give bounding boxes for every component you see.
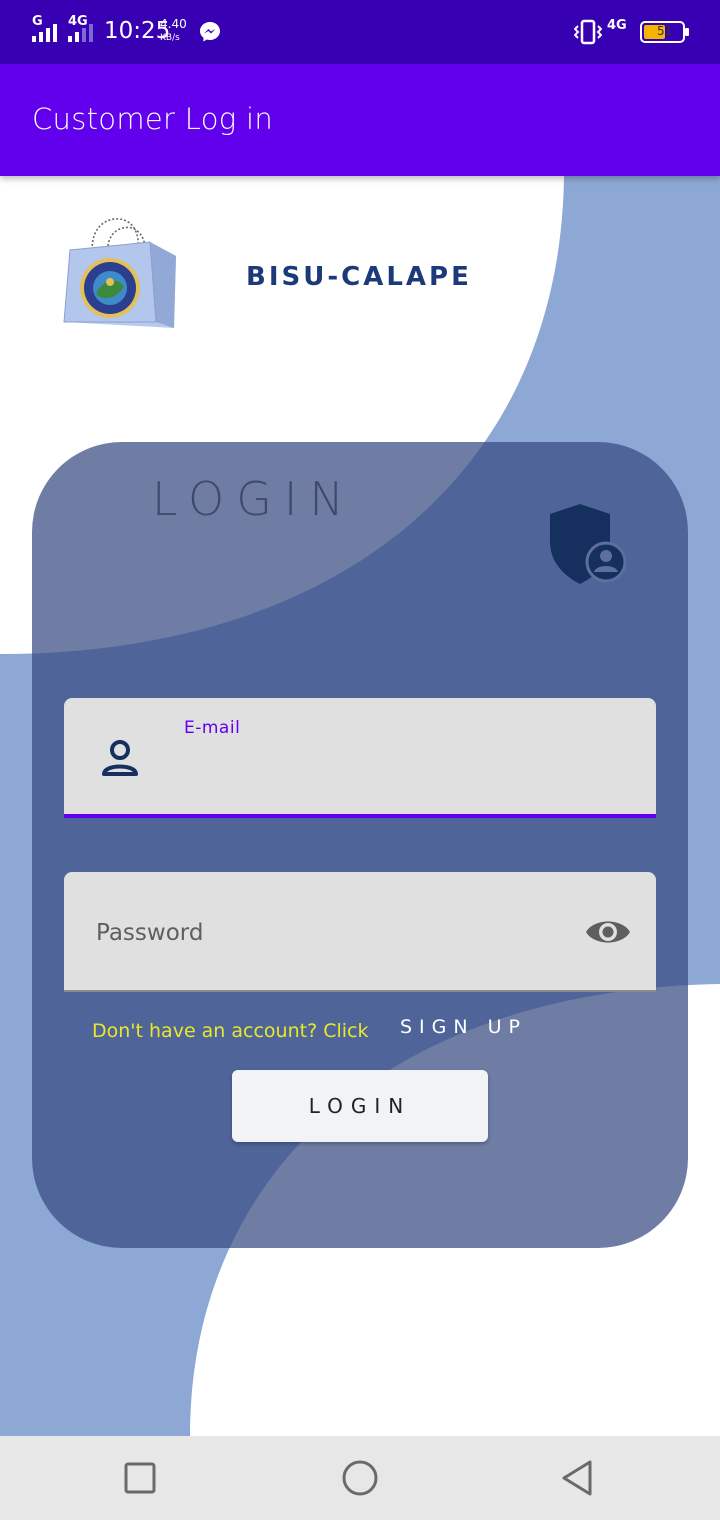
carrier-2: 4G: [68, 14, 88, 29]
app-bar-title: Customer Log in: [32, 102, 274, 136]
recents-square-icon[interactable]: [120, 1458, 160, 1498]
login-title: LOGIN: [152, 472, 356, 526]
net-type: 4G: [607, 18, 627, 33]
shopping-bag-seal-logo: [63, 218, 176, 328]
app-bar: Customer Log in: [0, 64, 720, 176]
person-icon: [102, 740, 138, 776]
battery-level: 51: [657, 24, 673, 38]
home-circle-icon[interactable]: [340, 1458, 380, 1498]
email-input[interactable]: [184, 748, 628, 790]
signup-link[interactable]: SIGN UP: [400, 1016, 527, 1038]
status-bar: G 4G 10:25 4.40 KB/s 4G 51: [0, 0, 720, 64]
email-label: E-mail: [184, 718, 241, 738]
signup-prompt: Don't have an account? Click: [92, 1020, 369, 1042]
carrier-1: G: [32, 14, 43, 29]
login-button[interactable]: LOGIN: [232, 1070, 488, 1142]
navigation-bar: [0, 1436, 720, 1520]
vibrate-icon: [574, 19, 602, 45]
back-triangle-icon[interactable]: [558, 1458, 598, 1498]
shield-user-icon: [550, 504, 627, 584]
net-speed: 4.40: [160, 17, 187, 31]
eye-icon[interactable]: [584, 912, 632, 952]
brand-name: BISU-CALAPE: [246, 262, 472, 292]
net-speed-unit: KB/s: [160, 33, 180, 43]
messenger-icon: [200, 22, 220, 42]
password-input[interactable]: [94, 910, 558, 956]
email-field[interactable]: E-mail: [64, 698, 656, 818]
password-field[interactable]: [64, 872, 656, 992]
login-card: LOGIN E-mail Don't have an account? Clic…: [32, 442, 688, 1248]
